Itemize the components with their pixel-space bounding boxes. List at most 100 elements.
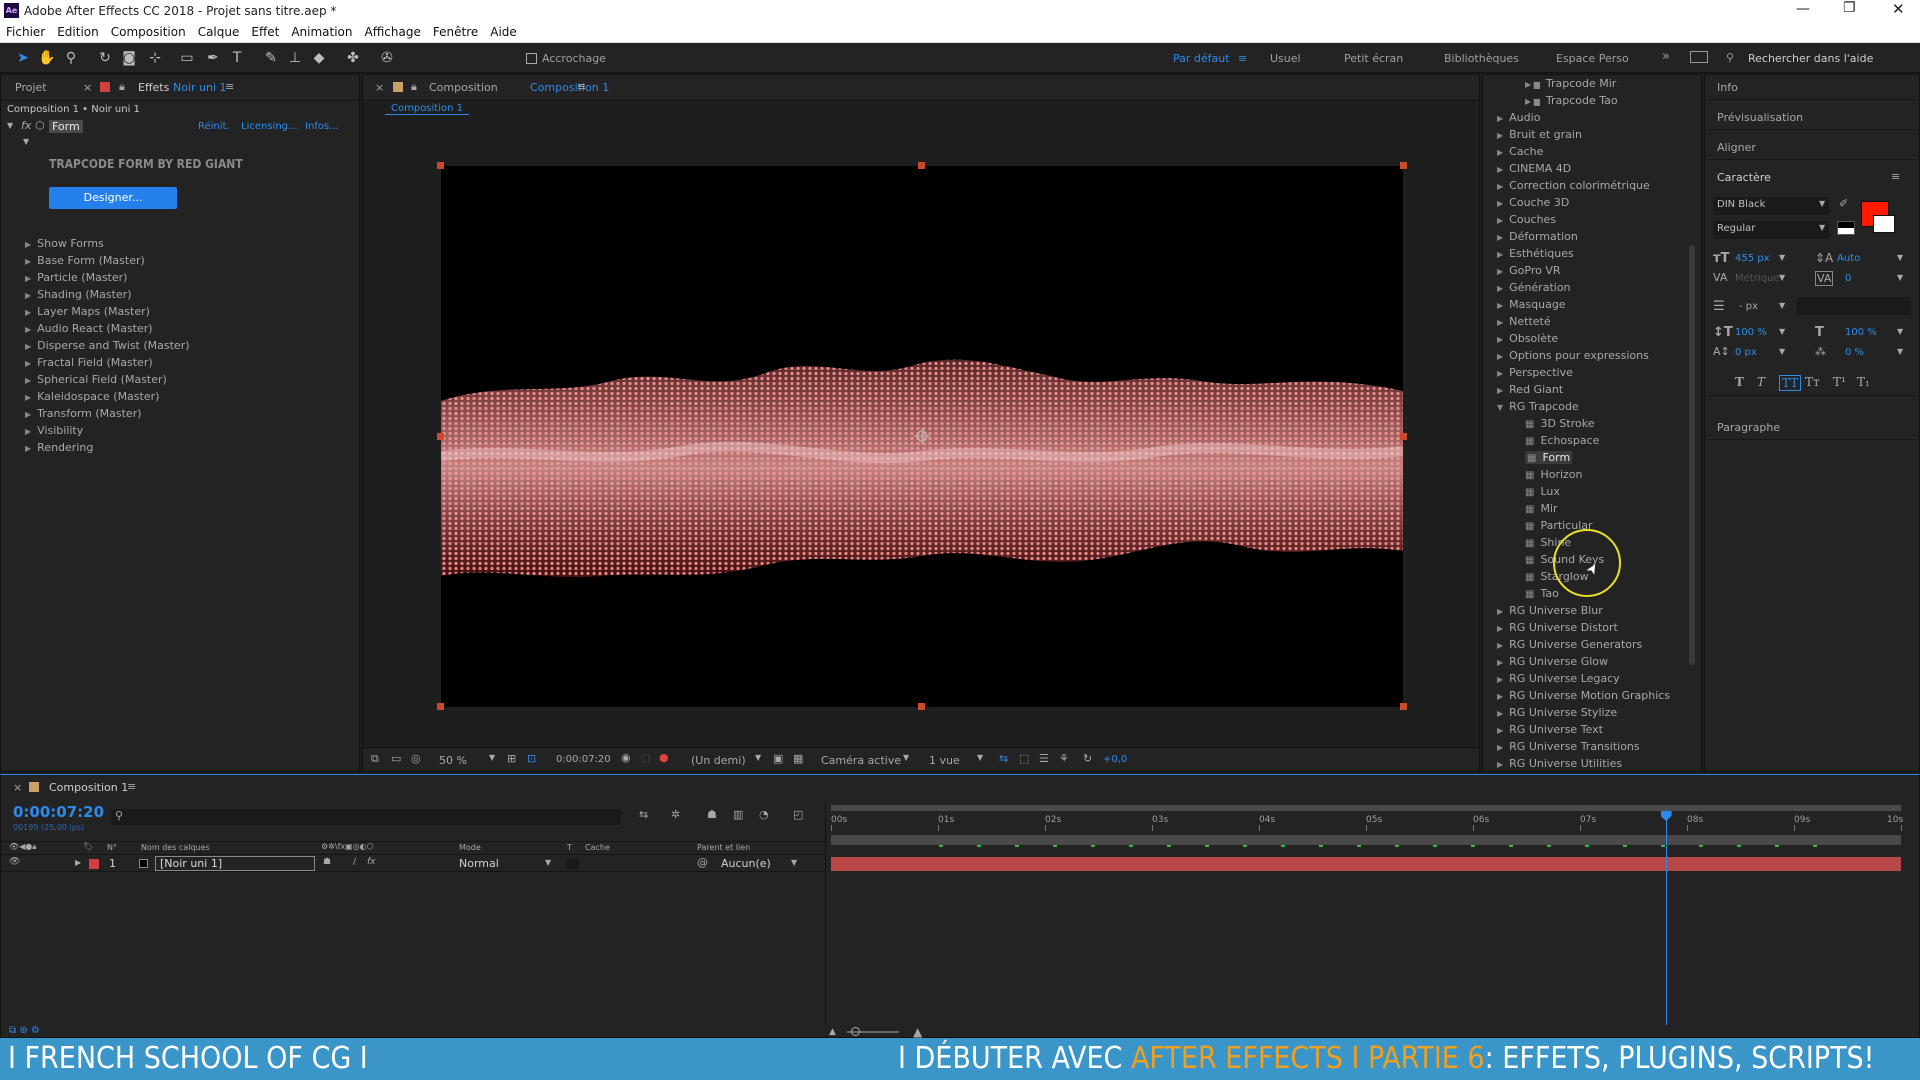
effects-scrollbar[interactable] <box>1689 245 1695 665</box>
playhead[interactable] <box>1660 811 1672 1025</box>
property-group[interactable]: Layer Maps (Master) <box>25 305 150 318</box>
menu-aide[interactable]: Aide <box>484 22 523 39</box>
designer-button[interactable]: Designer... <box>49 187 177 209</box>
menu-effet[interactable]: Effet <box>245 22 285 39</box>
timeline-tab[interactable]: Composition 1 <box>49 781 128 794</box>
zoom-in-icon[interactable]: ▲ <box>913 1025 922 1039</box>
layer-name[interactable]: [Noir uni 1] <box>155 856 315 871</box>
faux-italic-button[interactable]: T <box>1757 375 1765 389</box>
baseline-value[interactable]: 0 px <box>1735 347 1757 358</box>
work-area-bar[interactable] <box>831 805 1901 811</box>
workspace-espace-perso[interactable]: Espace Perso <box>1556 52 1629 65</box>
effect-category[interactable]: Options pour expressions <box>1497 349 1649 362</box>
effect-category-open[interactable]: RG Trapcode <box>1497 400 1579 413</box>
snapshot-icon[interactable]: ◉ <box>621 751 631 764</box>
vscale-chevron-down-icon[interactable]: ▼ <box>1779 327 1785 336</box>
effect-item[interactable]: Horizon <box>1525 468 1582 481</box>
bbox-handle-bl[interactable] <box>437 703 444 710</box>
superscript-button[interactable]: T¹ <box>1833 375 1846 389</box>
hand-tool-icon[interactable]: ✋ <box>38 49 56 67</box>
viewer-timecode[interactable]: 0:00:07:20 <box>556 754 611 765</box>
stroke-color-swatch[interactable] <box>1873 215 1895 233</box>
effect-category[interactable]: RG Universe Motion Graphics <box>1497 689 1670 702</box>
always-preview-icon[interactable]: ⧉ <box>371 752 379 766</box>
draft-3d-icon[interactable]: ✲ <box>671 808 680 821</box>
zoom-out-icon[interactable]: ▲ <box>829 1027 836 1037</box>
workspace-usuel[interactable]: Usuel <box>1270 52 1301 65</box>
bbox-handle-br[interactable] <box>1400 703 1407 710</box>
graph-editor-icon[interactable]: ◰ <box>793 808 803 821</box>
close-icon[interactable]: ✕ <box>1892 0 1905 18</box>
rotate-tool-icon[interactable]: ↻ <box>96 49 114 67</box>
pan-behind-tool-icon[interactable]: ⊹ <box>146 49 164 67</box>
comp-breadcrumb[interactable]: Composition 1 <box>385 103 469 115</box>
reset-link[interactable]: Réinit. <box>198 121 230 132</box>
comp-menu-icon[interactable]: ≡ <box>577 80 586 93</box>
tracking-chevron-down-icon[interactable]: ▼ <box>1897 273 1903 282</box>
effect-category[interactable]: GoPro VR <box>1497 264 1560 277</box>
resolution-select[interactable]: (Un demi) <box>691 754 746 767</box>
workspace-bibliotheques[interactable]: Bibliothèques <box>1444 52 1519 65</box>
font-chevron-down-icon[interactable]: ▼ <box>1819 199 1825 208</box>
shy-switch-icon[interactable]: ☗ <box>323 857 331 867</box>
stroke-type-select[interactable] <box>1797 297 1911 315</box>
subscript-button[interactable]: T₁ <box>1857 375 1870 389</box>
font-size-value[interactable]: 455 px <box>1735 253 1770 264</box>
rectangle-tool-icon[interactable]: ▭ <box>178 49 196 67</box>
effect-item[interactable]: Lux <box>1525 485 1559 498</box>
brush-tool-icon[interactable]: ✎ <box>262 49 280 67</box>
property-group[interactable]: Visibility <box>25 424 83 437</box>
character-title[interactable]: Caractère <box>1717 171 1771 184</box>
effect-category[interactable]: Cache <box>1497 145 1543 158</box>
tab-layer-name[interactable]: Noir uni 1 <box>173 81 227 94</box>
effect-item[interactable]: 3D Stroke <box>1525 417 1594 430</box>
fit-icon[interactable]: ⊞ <box>507 752 516 765</box>
lock-icon[interactable]: 🔒︎ <box>119 80 125 94</box>
menu-fichier[interactable]: Fichier <box>0 22 51 39</box>
tracking-value[interactable]: 0 <box>1845 273 1851 284</box>
leading-chevron-down-icon[interactable]: ▼ <box>1897 253 1903 262</box>
kerning-chevron-down-icon[interactable]: ▼ <box>1779 273 1785 282</box>
effect-category[interactable]: Couche 3D <box>1497 196 1569 209</box>
property-group[interactable]: Particle (Master) <box>25 271 127 284</box>
layer-search-input[interactable] <box>111 809 621 825</box>
effect-category[interactable]: Génération <box>1497 281 1570 294</box>
effect-category[interactable]: RG Universe Blur <box>1497 604 1603 617</box>
effect-category[interactable]: RG Universe Utilities <box>1497 757 1622 770</box>
menu-affichage[interactable]: Affichage <box>359 22 427 39</box>
property-group[interactable]: Disperse and Twist (Master) <box>25 339 189 352</box>
hscale-value[interactable]: 100 % <box>1845 327 1877 338</box>
character-menu-icon[interactable]: ≡ <box>1891 170 1900 183</box>
licensing-link[interactable]: Licensing... <box>241 121 298 132</box>
roto-brush-tool-icon[interactable]: ✤ <box>344 49 362 67</box>
comp-tab-name[interactable]: Composition 1 <box>530 81 609 94</box>
maximize-icon[interactable]: ❐ <box>1843 0 1856 16</box>
parent-chevron-down-icon[interactable]: ▼ <box>791 858 797 867</box>
effect-folder-item[interactable]: Trapcode Tao <box>1525 94 1618 107</box>
vscale-value[interactable]: 100 % <box>1735 327 1767 338</box>
comp-tab-close-icon[interactable]: × <box>375 81 384 94</box>
quality-switch-icon[interactable]: / <box>353 857 356 867</box>
snap-checkbox[interactable] <box>526 53 537 64</box>
effect-item[interactable]: Form <box>1525 451 1573 464</box>
effect-category[interactable]: Déformation <box>1497 230 1578 243</box>
frame-blending-icon[interactable]: ▥ <box>733 808 743 821</box>
effect-name[interactable]: Form <box>49 120 83 133</box>
comp-lock-icon[interactable]: 🔒︎ <box>411 80 417 94</box>
effect-category[interactable]: Perspective <box>1497 366 1573 379</box>
stroke-chevron-down-icon[interactable]: ▼ <box>1779 301 1785 310</box>
baseline-chevron-down-icon[interactable]: ▼ <box>1779 347 1785 356</box>
font-style-select[interactable]: Regular <box>1713 221 1829 239</box>
font-family-select[interactable]: DIN Black <box>1713 197 1829 215</box>
pick-whip-icon[interactable]: @ <box>697 856 708 869</box>
views-chevron-down-icon[interactable]: ▼ <box>977 753 983 762</box>
tsume-value[interactable]: 0 % <box>1845 347 1864 358</box>
leading-value[interactable]: Auto <box>1837 253 1860 264</box>
col-layer-name[interactable]: Nom des calques <box>141 843 210 852</box>
playhead-handle[interactable] <box>1660 811 1672 821</box>
pen-tool-icon[interactable]: ✒ <box>204 49 222 67</box>
timeline-icon[interactable]: ☰ <box>1039 752 1049 765</box>
mask-visibility-icon[interactable]: ◎ <box>411 752 421 765</box>
timeline-timecode[interactable]: 0:00:07:20 <box>13 803 104 821</box>
help-search-input[interactable]: Rechercher dans l'aide <box>1748 52 1873 65</box>
